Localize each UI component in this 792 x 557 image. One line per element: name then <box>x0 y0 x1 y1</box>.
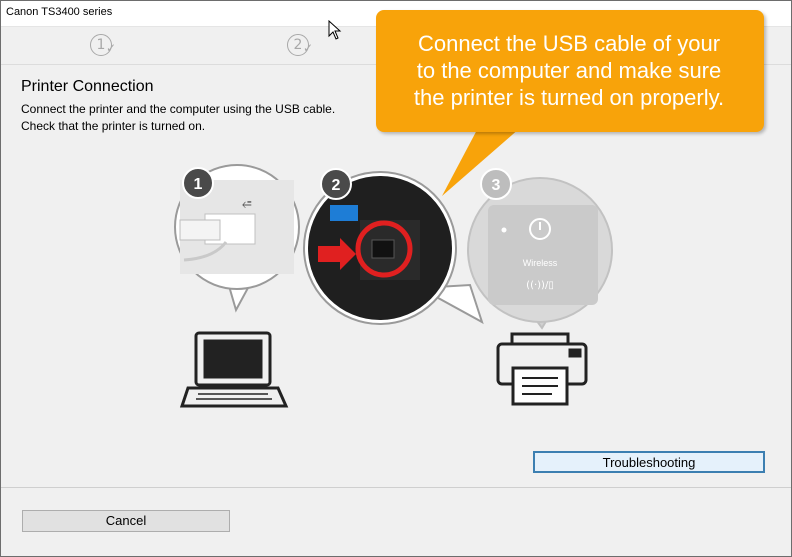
footer-divider <box>0 487 792 488</box>
badge-1-label: 1 <box>194 176 203 193</box>
troubleshooting-button[interactable]: Troubleshooting <box>533 451 765 473</box>
callout-line-2: to the computer and make sure <box>416 58 722 83</box>
callout-line-1: Connect the USB cable of your <box>417 31 721 56</box>
usb-icon: ⭀ <box>242 197 252 211</box>
badge-2-label: 2 <box>332 177 341 194</box>
laptop-icon <box>179 331 289 408</box>
cancel-button[interactable]: Cancel <box>22 510 230 532</box>
printer-panel-bubble: Wireless ((·))/▯ <box>467 177 613 330</box>
callout-text: Connect the USB cable of your to the com… <box>386 30 752 111</box>
panel-label: Wireless <box>523 258 558 268</box>
wifi-phone-icon: ((·))/▯ <box>526 280 554 291</box>
printer-icon <box>496 332 588 406</box>
badge-3-label: 3 <box>492 177 501 194</box>
callout-line-3: the printer is turned on properly. <box>413 85 725 110</box>
